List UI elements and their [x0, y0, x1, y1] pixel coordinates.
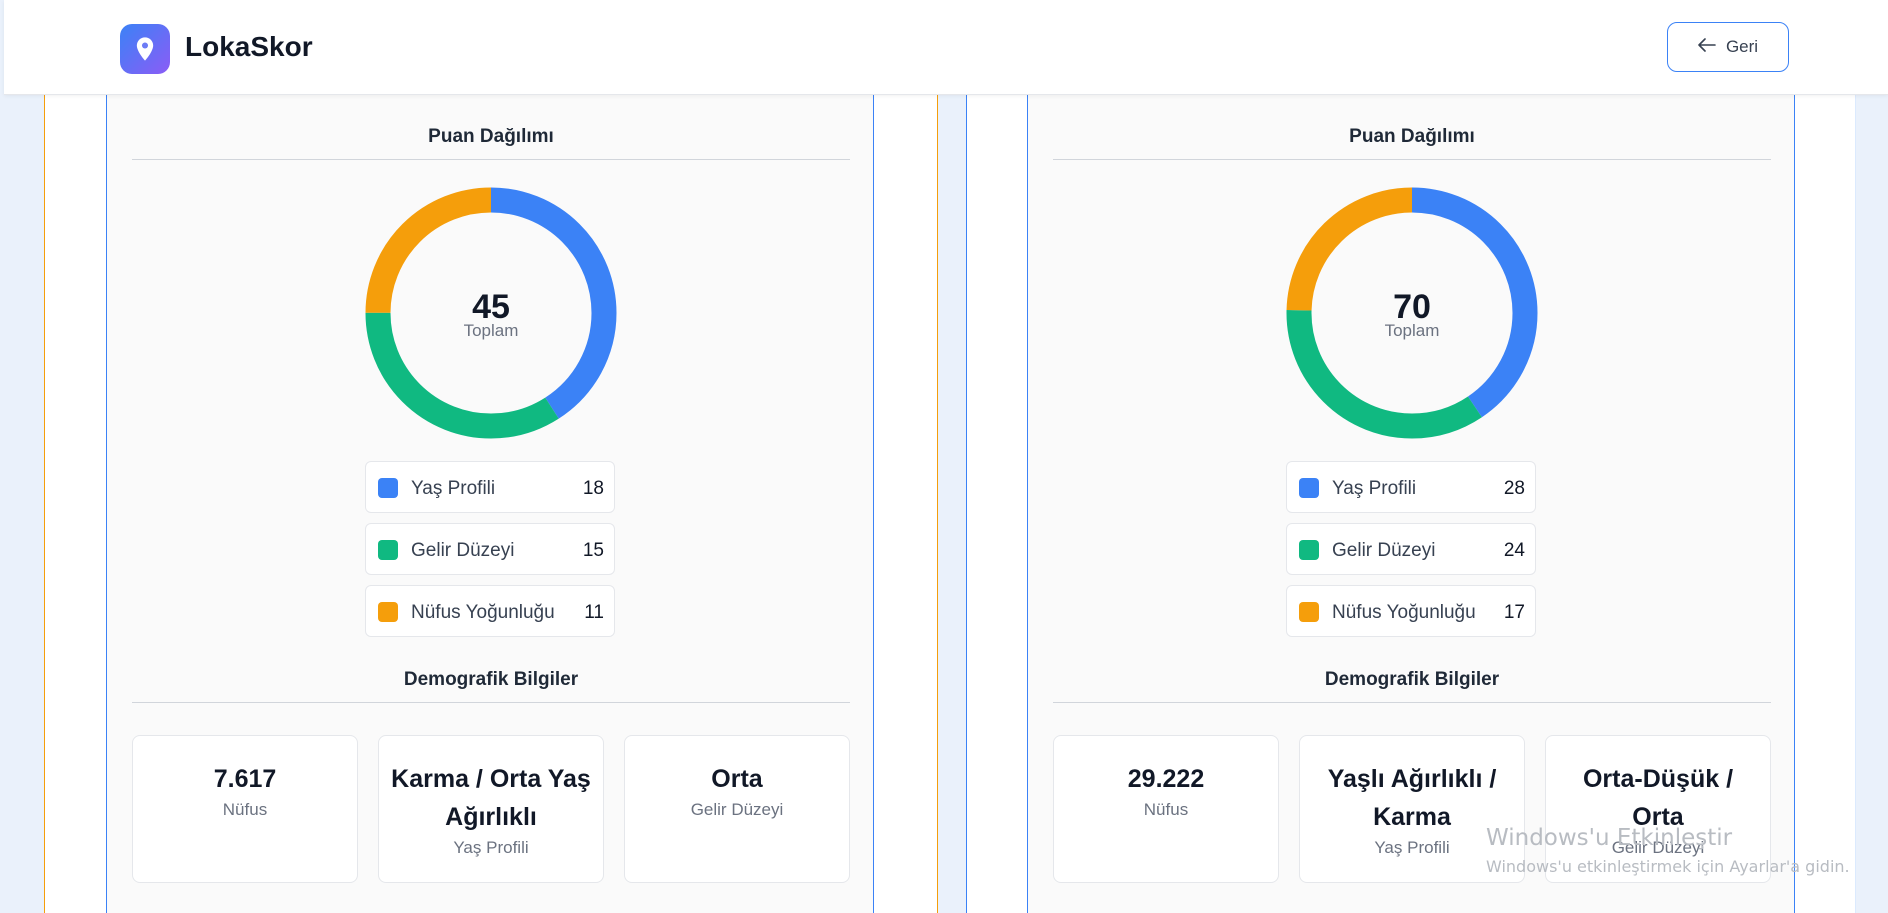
legend-item: Nüfus Yoğunluğu 17 — [1286, 585, 1536, 637]
divider — [1053, 159, 1771, 160]
total-caption: Toplam — [463, 321, 519, 340]
legend-label: Nüfus Yoğunluğu — [1332, 602, 1476, 623]
location-pin-icon — [120, 24, 170, 74]
legend-item: Nüfus Yoğunluğu 11 — [365, 585, 615, 637]
back-button-label: Geri — [1725, 37, 1759, 56]
legend-swatch — [378, 602, 398, 622]
legend-swatch — [1299, 540, 1319, 560]
stat-value: 7.617 — [213, 765, 277, 793]
total-score: 45 — [472, 288, 510, 326]
legend-value: 28 — [1503, 478, 1525, 499]
location-card: Puan Dağılımı 70 Toplam Yaş Profili 28 Gelir … — [1027, 94, 1795, 913]
stat-value: Orta — [711, 765, 763, 793]
total-score: 70 — [1393, 288, 1431, 326]
legend-item: Yaş Profili 28 — [1286, 461, 1536, 513]
stat-value: Karma / Orta Yaş Ağırlıklı — [391, 765, 591, 831]
legend-label: Gelir Düzeyi — [411, 540, 515, 561]
arrow-left-icon — [1698, 37, 1716, 57]
legend-swatch — [1299, 478, 1319, 498]
watermark-title: Windows'u Etkinleştir — [1486, 825, 1733, 851]
legend-swatch — [378, 540, 398, 560]
watermark-subtitle: Windows'u etkinleştirmek için Ayarlar'a … — [1486, 857, 1850, 876]
legend-value: 11 — [584, 602, 604, 623]
legend-label: Yaş Profili — [1332, 478, 1417, 499]
windows-activation-watermark: Windows'u Etkinleştir Windows'u etkinleş… — [1486, 825, 1850, 876]
divider — [132, 159, 850, 160]
legend-value: 18 — [582, 478, 604, 499]
stat-card: Karma / Orta Yaş Ağırlıklı Yaş Profili — [378, 735, 604, 883]
legend-label: Yaş Profili — [411, 478, 496, 499]
legend-swatch — [378, 478, 398, 498]
demographics-section-title: Demografik Bilgiler — [1324, 669, 1500, 690]
legend-label: Gelir Düzeyi — [1332, 540, 1436, 561]
legend-item: Gelir Düzeyi 24 — [1286, 523, 1536, 575]
legend-value: 24 — [1503, 540, 1525, 561]
brand-name[interactable]: LokaSkor — [185, 31, 313, 63]
score-section-title: Puan Dağılımı — [1349, 126, 1475, 147]
stat-value: 29.222 — [1127, 765, 1205, 793]
legend-label: Nüfus Yoğunluğu — [411, 602, 555, 623]
score-section-title: Puan Dağılımı — [428, 126, 554, 147]
location-card: Puan Dağılımı 45 Toplam Yaş Profili 18 Gelir … — [106, 94, 874, 913]
divider — [132, 702, 850, 703]
legend-value: 15 — [582, 540, 604, 561]
stat-label: Gelir Düzeyi — [690, 800, 784, 819]
legend-swatch — [1299, 602, 1319, 622]
stat-card: Orta Gelir Düzeyi — [624, 735, 850, 883]
stat-label: Nüfus — [222, 800, 268, 819]
stat-card: 7.617 Nüfus — [132, 735, 358, 883]
legend-item: Gelir Düzeyi 15 — [365, 523, 615, 575]
demographics-section-title: Demografik Bilgiler — [403, 669, 579, 690]
total-caption: Toplam — [1384, 321, 1440, 340]
app-header: LokaSkor Geri — [4, 0, 1888, 95]
divider — [1053, 702, 1771, 703]
stat-label: Yaş Profili — [453, 838, 529, 857]
stat-label: Nüfus — [1143, 800, 1189, 819]
back-button[interactable]: Geri — [1667, 22, 1789, 72]
legend-value: 17 — [1503, 602, 1525, 623]
legend-item: Yaş Profili 18 — [365, 461, 615, 513]
stat-card: 29.222 Nüfus — [1053, 735, 1279, 883]
